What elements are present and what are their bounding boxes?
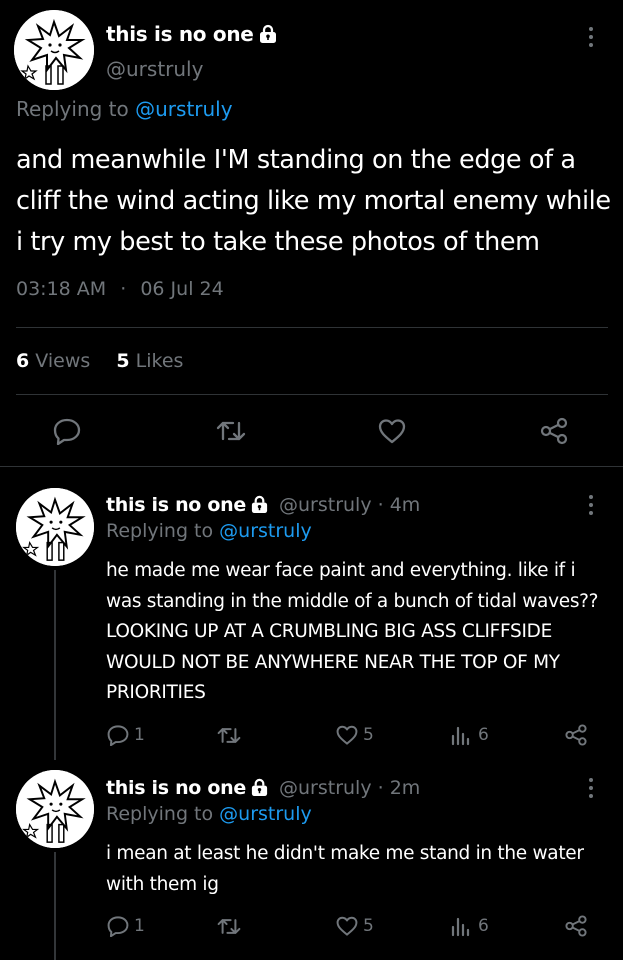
display-name[interactable]: this is no one: [106, 777, 246, 799]
replying-to-handle[interactable]: @urstruly: [219, 803, 312, 825]
share-icon[interactable]: [564, 914, 588, 938]
reply-header: this is no one @urstruly · 2m: [106, 777, 420, 802]
display-name[interactable]: this is no one: [106, 494, 246, 516]
likes-label[interactable]: Likes: [136, 350, 184, 372]
divider: [16, 327, 608, 328]
share-icon[interactable]: [564, 723, 588, 747]
replying-to: Replying to @urstruly: [16, 97, 233, 121]
stats-row: 6 Views 5 Likes: [16, 350, 183, 372]
like-count: 5: [363, 725, 374, 745]
views-icon[interactable]: [450, 724, 472, 746]
avatar-drawing-icon: [14, 10, 94, 90]
views-button[interactable]: 6: [450, 724, 489, 746]
replying-to-label: Replying to: [16, 97, 129, 121]
views-label: Views: [35, 350, 91, 372]
reply-button[interactable]: 1: [106, 915, 145, 937]
view-count: 6: [478, 916, 489, 936]
views-button[interactable]: 6: [450, 915, 489, 937]
avatar-drawing-icon: [16, 770, 94, 848]
timestamp: 03:18 AM · 06 Jul 24: [16, 278, 224, 300]
reply-age: · 4m: [377, 494, 421, 516]
tweet-time: 03:18 AM: [16, 278, 107, 300]
reply-icon[interactable]: [106, 724, 130, 746]
reply-header: this is no one @urstruly · 4m: [106, 494, 420, 519]
thread-line: [54, 852, 56, 960]
lock-icon: [258, 24, 278, 49]
more-options-icon[interactable]: [588, 27, 594, 51]
reply-icon[interactable]: [106, 915, 130, 937]
display-name-text: this is no one: [106, 22, 254, 46]
like-icon[interactable]: [377, 417, 407, 445]
tweet-date: 06 Jul 24: [140, 278, 224, 300]
avatar[interactable]: [16, 488, 94, 566]
retweet-icon[interactable]: [216, 418, 246, 444]
user-handle[interactable]: @urstruly: [279, 494, 372, 516]
avatar[interactable]: [16, 770, 94, 848]
views-count: 6: [16, 350, 30, 372]
reply-icon[interactable]: [52, 417, 82, 445]
replying-to-handle[interactable]: @urstruly: [219, 520, 312, 542]
like-icon[interactable]: [335, 724, 359, 746]
reply-text: he made me wear face paint and everythin…: [106, 560, 599, 703]
replying-to: Replying to @urstruly: [106, 803, 312, 825]
divider: [0, 466, 623, 467]
tweet-text: and meanwhile I'M standing on the edge o…: [16, 145, 611, 257]
retweet-icon[interactable]: [217, 916, 241, 937]
reply-count: 1: [134, 725, 145, 745]
replying-to-handle[interactable]: @urstruly: [135, 97, 232, 121]
avatar[interactable]: [14, 10, 94, 90]
views-icon[interactable]: [450, 915, 472, 937]
more-options-icon[interactable]: [588, 778, 594, 802]
lock-icon: [250, 495, 269, 519]
divider: [16, 394, 608, 395]
more-options-icon[interactable]: [588, 495, 594, 519]
avatar-drawing-icon: [16, 488, 94, 566]
reply-count: 1: [134, 916, 145, 936]
replying-to-label: Replying to: [106, 803, 214, 825]
like-button[interactable]: 5: [335, 724, 374, 746]
user-handle[interactable]: @urstruly: [106, 57, 203, 81]
reply-button[interactable]: 1: [106, 724, 145, 746]
like-icon[interactable]: [335, 915, 359, 937]
retweet-icon[interactable]: [217, 725, 241, 746]
thread-line: [54, 570, 56, 760]
reply-age: · 2m: [377, 777, 421, 799]
view-count: 6: [478, 725, 489, 745]
lock-icon: [250, 778, 269, 802]
reply-text: i mean at least he didn't make me stand …: [106, 843, 584, 895]
share-icon[interactable]: [539, 416, 569, 446]
like-count: 5: [363, 916, 374, 936]
like-button[interactable]: 5: [335, 915, 374, 937]
replying-to-label: Replying to: [106, 520, 214, 542]
user-handle[interactable]: @urstruly: [279, 777, 372, 799]
replying-to: Replying to @urstruly: [106, 520, 312, 542]
likes-count[interactable]: 5: [116, 350, 129, 372]
display-name[interactable]: this is no one: [106, 22, 278, 49]
separator: ·: [120, 278, 127, 300]
